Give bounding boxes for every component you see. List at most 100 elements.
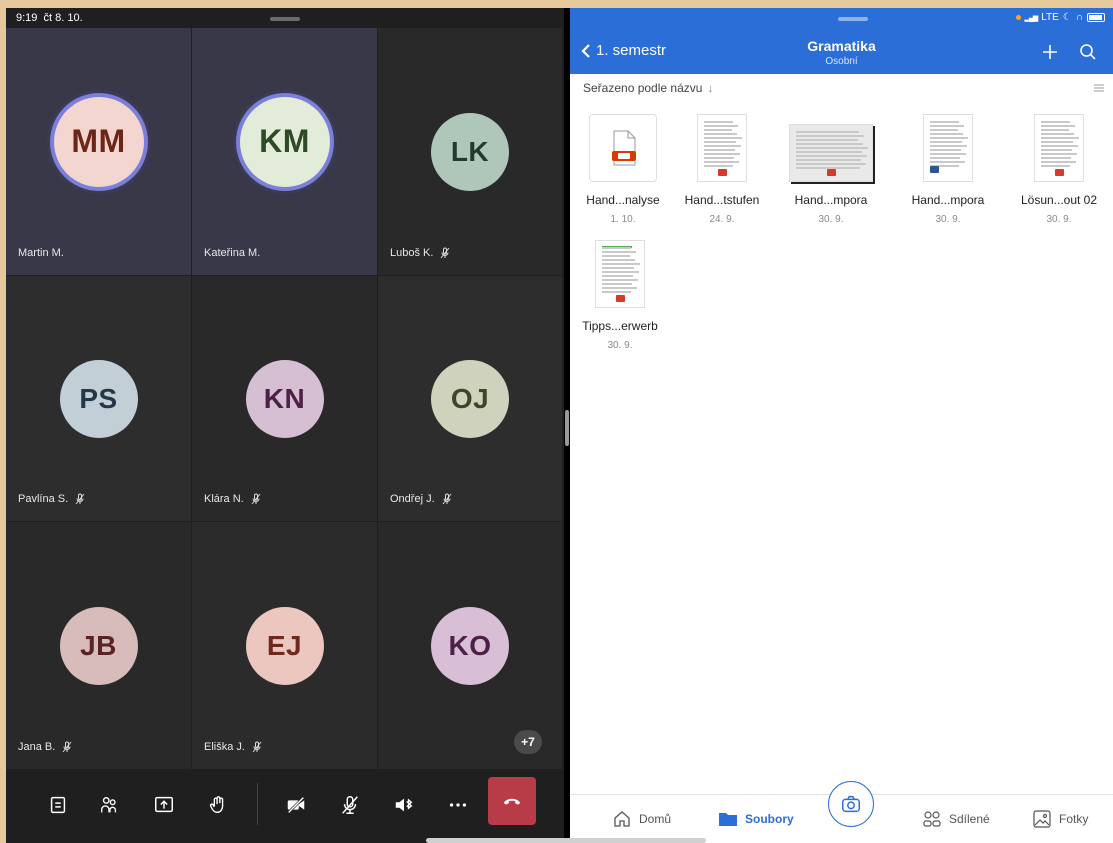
share-screen-icon [155,796,173,813]
camera-scan-button[interactable] [828,781,874,827]
participant-avatar: KM [239,96,330,187]
pdf-file-icon [612,130,636,166]
audio-device-button[interactable] [388,789,420,821]
file-thumbnail [697,114,747,182]
file-item[interactable]: Hand...nalyse 1. 10. [568,104,678,225]
participant-name: Jana B. [18,741,56,753]
participant-tile[interactable]: PS Pavlína S. [6,276,191,521]
controls-divider [257,783,258,825]
more-participants-badge[interactable]: +7 [514,730,542,754]
home-indicator[interactable] [426,838,706,843]
participant-tile[interactable]: KM Kateřina M. [192,28,377,275]
participant-name-row: Luboš K. [390,247,451,259]
tab-label-files: Soubory [745,812,794,826]
tab-photos[interactable]: Fotky [1032,809,1088,829]
chat-icon [50,796,66,814]
file-item[interactable]: Hand...mpora 30. 9. [893,104,1003,225]
file-thumbnail [589,114,657,182]
participant-name: Luboš K. [390,247,434,259]
participant-avatar: JB [59,606,138,685]
participant-tile[interactable]: OJ Ondřej J. [378,276,562,521]
participant-tile[interactable]: LK Luboš K. [378,28,562,275]
participant-avatar: KN [245,359,324,438]
add-icon[interactable] [1040,42,1060,62]
hang-up-button[interactable] [488,777,536,825]
hand-icon [209,796,224,814]
participant-name-row: Kateřina M. [204,247,260,259]
pdf-badge-icon [827,169,836,176]
participant-avatar: KO [431,606,509,685]
signal-icon: ▂▄▆ [1024,14,1039,22]
headphones-icon: ∩ [1075,12,1083,23]
list-view-icon[interactable] [1093,82,1105,94]
file-date: 30. 9. [935,214,961,225]
camera-icon [842,795,860,813]
file-name: Lösun...out 02 [1020,193,1098,207]
file-item[interactable]: Lösun...out 02 30. 9. [1004,104,1113,225]
file-name: Hand...mpora [911,193,985,207]
file-thumbnail [923,114,973,182]
file-thumbnail [1034,114,1084,182]
home-icon [614,811,630,827]
participant-tile[interactable]: JB Jana B. [6,522,191,769]
participant-name-row: Pavlína S. [18,493,86,505]
mic-off-icon [441,247,450,259]
people-icon [100,796,117,813]
tab-shared[interactable]: Sdílené [922,809,990,829]
status-bar-left: 9:19 čt 8. 10. [16,12,83,24]
participant-tile[interactable]: KN Klára N. [192,276,377,521]
multitask-grabber[interactable] [270,17,300,21]
orange-dot-icon [1015,15,1021,20]
participant-name: Martin M. [18,247,64,259]
file-name: Hand...mpora [794,193,868,207]
raise-hand-button[interactable] [202,789,234,821]
battery-icon [1087,13,1105,22]
search-icon[interactable] [1078,42,1098,62]
tab-files[interactable]: Soubory [718,809,794,829]
participant-avatar: MM [53,96,144,187]
participant-avatar: EJ [245,606,324,685]
tab-label-photos: Fotky [1059,812,1089,826]
participant-avatar: OJ [431,359,509,438]
participant-name: Eliška J. [204,741,245,753]
folder-title: Gramatika [807,38,876,54]
onedrive-header: ▂▄▆ LTE ☾ ∩ 1. semestr Gramatika Osobní [570,8,1113,74]
multitask-grabber-right[interactable] [838,17,868,21]
file-date: 30. 9. [818,214,844,225]
chat-button[interactable] [42,789,74,821]
participant-tile[interactable]: MM Martin M. [6,28,191,275]
mic-off-icon [62,741,72,753]
more-options-button[interactable] [442,789,474,821]
participant-name: Ondřej J. [390,493,435,505]
people-icon [923,811,941,827]
participants-button[interactable] [93,789,125,821]
teams-call-pane: 9:19 čt 8. 10. MM Martin M. KM Kateřina M. L… [6,8,564,843]
speaker-bluetooth-icon [395,798,413,812]
video-off-icon [287,796,305,814]
sort-label: Seřazeno podle názvu [583,81,703,95]
participant-name-row: Jana B. [18,741,73,753]
folder-icon [719,813,737,826]
mic-off-icon [252,741,262,753]
phone-hangup-icon [503,798,521,805]
split-view-handle[interactable] [565,410,569,446]
camera-toggle-button[interactable] [280,789,312,821]
sort-bar[interactable]: Seřazeno podle názvu ↓ [570,74,1113,102]
microphone-toggle-button[interactable] [334,789,366,821]
file-item[interactable]: Hand...tstufen 24. 9. [667,104,777,225]
file-item[interactable]: Hand...mpora 30. 9. [776,104,886,225]
file-item[interactable]: Tipps...erwerb 30. 9. [565,230,675,351]
participant-tile[interactable]: EJ Eliška J. [192,522,377,769]
file-date: 24. 9. [709,214,735,225]
file-date: 30. 9. [1046,214,1072,225]
participant-name-row: Klára N. [204,493,262,505]
file-name: Tipps...erwerb [582,319,658,333]
ellipsis-icon [449,803,467,807]
photo-icon [1033,810,1051,828]
share-button[interactable] [148,789,180,821]
file-name: Hand...nalyse [586,193,660,207]
tab-home[interactable]: Domů [612,809,671,829]
file-date: 30. 9. [607,340,633,351]
tab-label-home: Domů [639,812,672,826]
pdf-badge-icon [718,169,727,176]
